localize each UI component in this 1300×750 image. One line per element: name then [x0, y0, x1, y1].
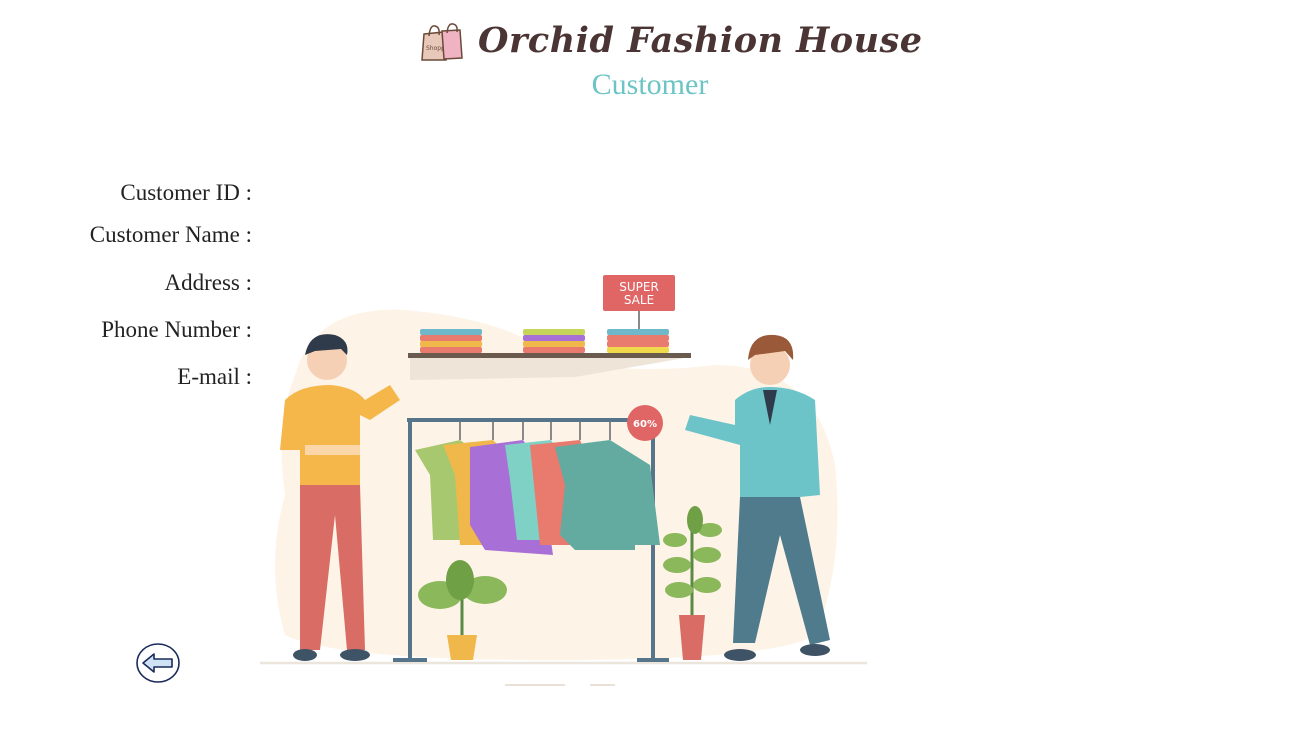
page-subtitle: Customer — [591, 68, 709, 101]
arrow-left-icon — [136, 643, 180, 683]
email-label: E-mail : — [177, 364, 252, 389]
back-button[interactable] — [134, 641, 182, 685]
customer-name-value — [262, 222, 622, 254]
sale-sign-line1: SUPER — [619, 280, 659, 294]
super-sale-sign: SUPER SALE — [603, 275, 675, 331]
customer-id-value — [262, 180, 622, 212]
phone-number-label: Phone Number : — [101, 317, 252, 342]
clothing-store-illustration: SUPER SALE 60% — [260, 275, 867, 686]
discount-badge: 60% — [633, 419, 657, 430]
page-title: Orchid Fashion House — [478, 20, 923, 61]
header: Shopping Orchid Fashion House Customer — [0, 0, 1300, 110]
address-label: Address : — [164, 270, 252, 295]
customer-id-label: Customer ID : — [120, 180, 252, 205]
shopping-bag-icon: Shopping — [421, 23, 463, 61]
sale-sign-line2: SALE — [624, 293, 654, 307]
customer-name-label: Customer Name : — [89, 222, 252, 247]
